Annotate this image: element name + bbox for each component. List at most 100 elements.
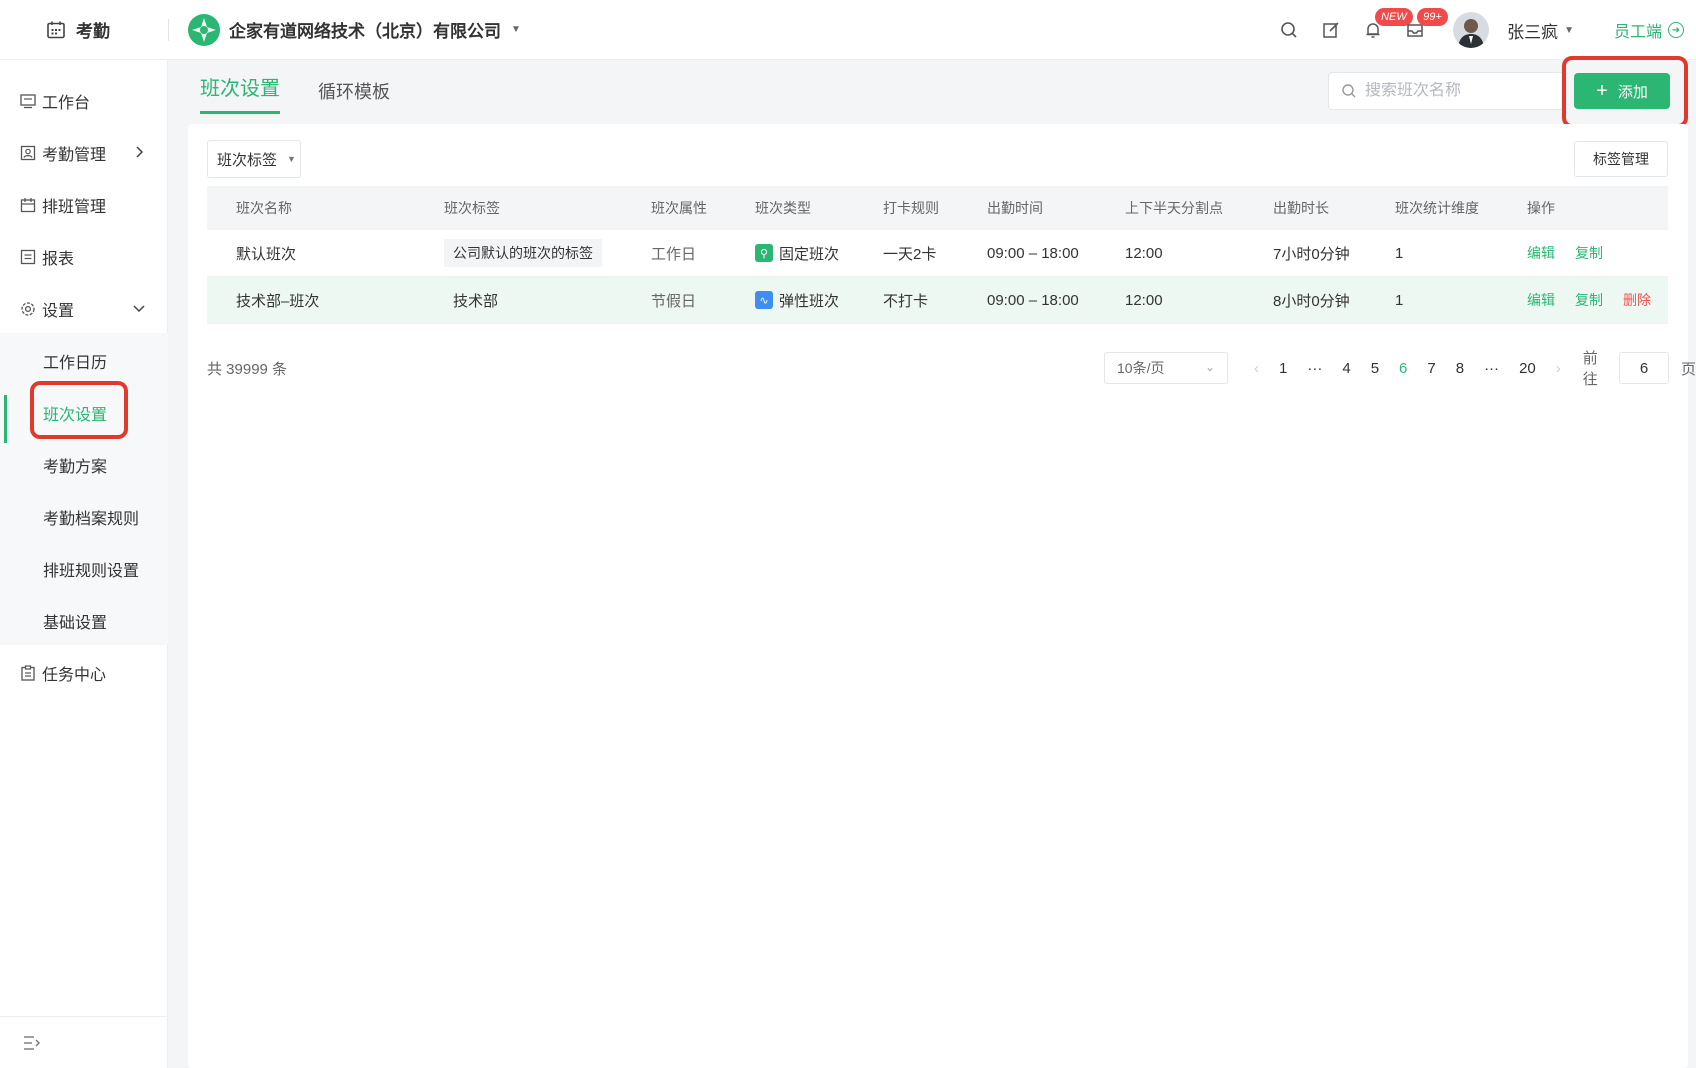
sidebar-subitem-work-calendar[interactable]: 工作日历 [0, 339, 168, 383]
page-ellipsis[interactable]: ··· [1307, 360, 1322, 377]
top-bar: 考勤 企家有道网络技术（北京）有限公司 ▼ NEW 99+ 张三疯 ▼ 员工端 … [0, 0, 1696, 60]
page-number[interactable]: 4 [1342, 360, 1350, 377]
sidebar-item-scheduling[interactable]: 排班管理 [0, 183, 168, 227]
sidebar-item-label: 任务中心 [42, 667, 107, 684]
inbox-icon[interactable]: 99+ [1405, 8, 1448, 40]
jump-label: 前往 [1582, 350, 1598, 388]
cell-tag: 技术部 [453, 292, 499, 310]
sidebar-item-attendance[interactable]: 考勤管理 [0, 131, 168, 175]
cell-attr: 工作日 [651, 245, 697, 263]
shift-table: 班次名称 班次标签 班次属性 班次类型 打卡规则 出勤时间 上下半天分割点 出勤… [207, 186, 1668, 324]
sidebar-subitem-attendance-plan[interactable]: 考勤方案 [0, 443, 168, 487]
shift-tag-filter[interactable]: 班次标签 ▼ [207, 140, 301, 178]
app-title[interactable]: 考勤 [0, 17, 168, 42]
page-number[interactable]: 8 [1456, 360, 1464, 377]
tab-shift-settings[interactable]: 班次设置 [200, 72, 280, 114]
cell-time: 09:00 – 18:00 [987, 244, 1079, 262]
search-input[interactable] [1365, 82, 1555, 100]
copy-link[interactable]: 复制 [1575, 290, 1603, 310]
pin-icon: ⚲ [755, 244, 773, 262]
page-ellipsis[interactable]: ··· [1484, 360, 1499, 377]
bell-icon[interactable]: NEW [1363, 8, 1413, 40]
col-header: 上下半天分割点 [1125, 200, 1223, 216]
page-number-current[interactable]: 6 [1399, 360, 1407, 377]
page-size-select[interactable]: 10条/页 ⌄ [1104, 352, 1228, 384]
page-size-label: 10条/页 [1117, 360, 1165, 376]
col-header: 班次名称 [236, 200, 292, 216]
top-right-tools: NEW 99+ 张三疯 ▼ 员工端 ➜ [1279, 0, 1696, 60]
subitem-label: 基础设置 [43, 615, 108, 632]
sidebar-subitem-scheduling-rules[interactable]: 排班规则设置 [0, 547, 168, 591]
sidebar-item-label: 考勤管理 [42, 147, 107, 164]
search-icon[interactable] [1279, 20, 1299, 40]
cell-dimension: 1 [1395, 291, 1404, 309]
cell-split: 12:00 [1125, 244, 1163, 262]
jump-page-input[interactable] [1618, 352, 1669, 384]
collapse-sidebar-icon[interactable] [22, 1034, 42, 1052]
cell-name: 默认班次 [236, 245, 297, 263]
highlight-box-add-button [1562, 56, 1688, 128]
company-name: 企家有道网络技术（北京）有限公司 [229, 22, 501, 41]
caret-down-icon[interactable]: ▼ [1564, 25, 1574, 36]
cell-rule: 一天2卡 [883, 245, 937, 263]
total-count: 共 39999 条 [207, 361, 288, 378]
edit-link[interactable]: 编辑 [1527, 243, 1555, 263]
sidebar-item-label: 报表 [42, 251, 75, 268]
schedule-icon [20, 198, 36, 213]
col-header: 班次标签 [444, 200, 500, 216]
caret-down-icon: ▼ [511, 24, 521, 35]
sidebar-item-settings[interactable]: 设置 [0, 287, 168, 331]
tag-chip: 公司默认的班次的标签 [444, 239, 602, 267]
sidebar-subitem-attendance-records-rules[interactable]: 考勤档案规则 [0, 495, 168, 539]
monitor-icon [20, 94, 36, 109]
col-header: 操作 [1527, 200, 1555, 216]
cell-ops: 编辑 复制 [1527, 230, 1623, 276]
calendar-icon [47, 21, 65, 38]
task-icon [21, 665, 35, 681]
table-header: 班次名称 班次标签 班次属性 班次类型 打卡规则 出勤时间 上下半天分割点 出勤… [207, 186, 1668, 230]
page-number[interactable]: 5 [1371, 360, 1379, 377]
sidebar-item-workbench[interactable]: 工作台 [0, 79, 168, 123]
sidebar: 工作台 考勤管理 排班管理 报表 设置 工作日历 班次设置 考勤方案 考勤档案规… [0, 60, 168, 1068]
type-label: 固定班次 [779, 245, 840, 263]
prev-page-icon[interactable]: ‹ [1254, 360, 1259, 377]
sidebar-item-label: 设置 [42, 303, 75, 320]
cell-attr: 节假日 [651, 292, 697, 310]
cell-split: 12:00 [1125, 291, 1163, 309]
subitem-label: 考勤档案规则 [43, 511, 140, 528]
cell-duration: 7小时0分钟 [1273, 245, 1350, 263]
app-title-label: 考勤 [76, 22, 110, 41]
next-page-icon[interactable]: › [1556, 360, 1561, 377]
company-switcher[interactable]: 企家有道网络技术（北京）有限公司 ▼ [187, 13, 521, 47]
delete-link[interactable]: 删除 [1623, 290, 1651, 310]
divider [168, 18, 169, 41]
pagination: ‹ 1 ··· 4 5 6 7 8 ··· 20 › 前往 页 [1244, 350, 1696, 388]
highlight-box-shift-settings [30, 381, 128, 439]
user-name[interactable]: 张三疯 [1507, 18, 1558, 43]
edit-icon[interactable] [1321, 20, 1341, 40]
sidebar-item-task-center[interactable]: 任务中心 [0, 651, 168, 695]
page-number[interactable]: 1 [1279, 360, 1287, 377]
subitem-label: 考勤方案 [43, 459, 108, 476]
page-number[interactable]: 7 [1427, 360, 1435, 377]
tag-management-button[interactable]: 标签管理 [1574, 141, 1668, 177]
avatar[interactable] [1453, 12, 1490, 48]
sidebar-subitem-basic-settings[interactable]: 基础设置 [0, 599, 168, 643]
copy-link[interactable]: 复制 [1575, 243, 1603, 263]
tab-cycle-template[interactable]: 循环模板 [318, 78, 390, 114]
employee-portal-link[interactable]: 员工端 ➜ [1614, 18, 1684, 42]
cell-dimension: 1 [1395, 244, 1404, 262]
col-header: 出勤时长 [1273, 200, 1329, 216]
pulse-icon: ∿ [755, 291, 773, 309]
employee-portal-label: 员工端 [1613, 24, 1662, 41]
edit-link[interactable]: 编辑 [1527, 290, 1555, 310]
cell-tag: 公司默认的班次的标签 [444, 230, 602, 276]
gear-icon [21, 302, 35, 316]
page-number[interactable]: 20 [1519, 360, 1536, 377]
report-icon [20, 249, 36, 265]
sidebar-footer [0, 1016, 168, 1068]
sidebar-item-reports[interactable]: 报表 [0, 235, 168, 279]
cell-name: 技术部–班次 [236, 292, 320, 310]
search-icon [1342, 84, 1356, 98]
sidebar-item-label: 工作台 [42, 95, 91, 112]
